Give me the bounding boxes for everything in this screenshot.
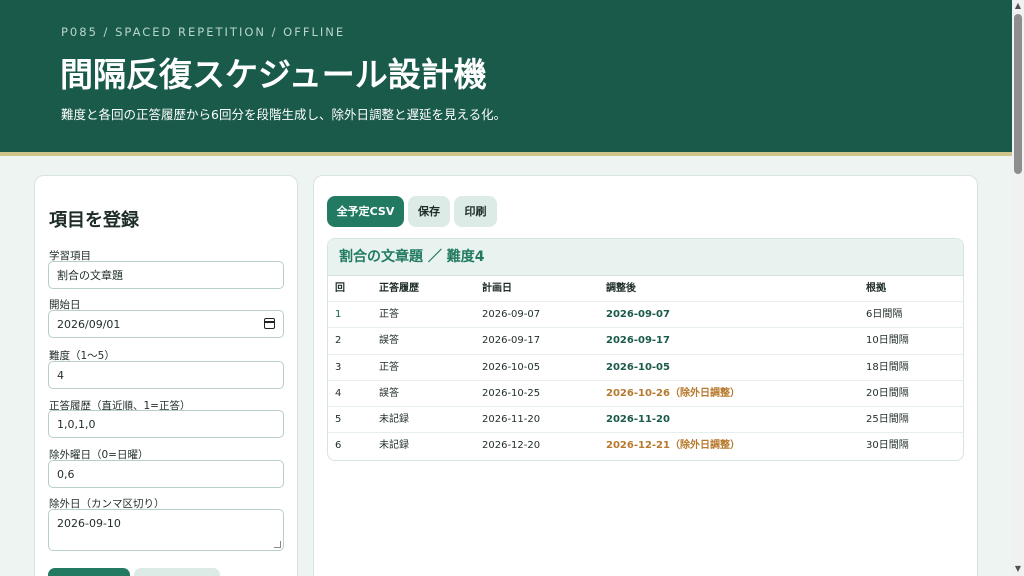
row-result: 誤答 xyxy=(379,387,399,399)
row-no: 3 xyxy=(335,361,342,373)
row-adjusted-date: 2026-09-07 xyxy=(606,309,670,320)
register-form-panel: 項目を登録 学習項目 割合の文章題 開始日 2026/09/01 難度（1〜5）… xyxy=(34,175,298,576)
row-no: 2 xyxy=(335,335,342,347)
scroll-thumb[interactable] xyxy=(1014,14,1022,174)
column-header-plan: 計画日 xyxy=(482,283,512,294)
generate-button[interactable] xyxy=(48,568,130,576)
export-csv-button[interactable]: 全予定CSV xyxy=(327,196,404,227)
form-title: 項目を登録 xyxy=(49,210,139,231)
column-header-no: 回 xyxy=(335,283,345,294)
breadcrumb: P085 / SPACED REPETITION / OFFLINE xyxy=(61,25,346,39)
row-basis: 10日間隔 xyxy=(866,335,909,347)
row-result: 正答 xyxy=(379,309,399,320)
app-window: P085 / SPACED REPETITION / OFFLINE 間隔反復ス… xyxy=(0,0,1024,576)
row-adjusted-date: 2026-12-21（除外日調整） xyxy=(606,440,740,452)
secondary-button[interactable] xyxy=(134,568,220,576)
row-no: 6 xyxy=(335,440,342,452)
row-adjusted-date: 2026-10-26（除外日調整） xyxy=(606,387,740,399)
row-plan-date: 2026-10-05 xyxy=(482,361,541,373)
scroll-up-icon[interactable]: ▲ xyxy=(1014,2,1022,10)
row-basis: 30日間隔 xyxy=(866,440,909,452)
row-basis: 20日間隔 xyxy=(866,387,909,399)
table-row: 3 正答 2026-10-05 2026-10-05 18日間隔 xyxy=(328,355,963,381)
page-scrollbar[interactable]: ▲ ▼ xyxy=(1012,0,1024,576)
table-row: 5 未記録 2026-11-20 2026-11-20 25日間隔 xyxy=(328,407,963,434)
column-header-result: 正答履歴 xyxy=(379,283,419,294)
item-input[interactable]: 割合の文章題 xyxy=(48,261,284,289)
excluded-dates-textarea[interactable]: 2026-09-10 xyxy=(48,509,284,551)
start-date-value: 2026/09/01 xyxy=(57,318,121,331)
row-plan-date: 2026-10-25 xyxy=(482,387,541,399)
table-row: 1 正答 2026-09-07 2026-09-07 6日間隔 xyxy=(328,302,963,329)
row-adjusted-date: 2026-10-05 xyxy=(606,361,670,373)
row-plan-date: 2026-09-07 xyxy=(482,309,541,320)
row-result: 誤答 xyxy=(379,335,399,347)
row-adjusted-date: 2026-09-17 xyxy=(606,335,670,347)
table-row: 2 誤答 2026-09-17 2026-09-17 10日間隔 xyxy=(328,328,963,355)
row-adjusted-date: 2026-11-20 xyxy=(606,414,670,426)
schedule-title: 割合の文章題 ／ 難度4 xyxy=(328,239,963,276)
row-plan-date: 2026-09-17 xyxy=(482,335,541,347)
row-basis: 18日間隔 xyxy=(866,361,909,373)
row-result: 正答 xyxy=(379,361,399,373)
schedule-panel: 全予定CSV 保存 印刷 割合の文章題 ／ 難度4 回 正答履歴 計画日 調整後… xyxy=(313,175,978,576)
history-input[interactable]: 1,0,1,0 xyxy=(48,410,284,438)
row-no: 5 xyxy=(335,414,342,426)
resize-grip-icon[interactable] xyxy=(274,541,281,548)
row-plan-date: 2026-11-20 xyxy=(482,414,541,426)
column-header-basis: 根拠 xyxy=(866,283,886,294)
table-header-row: 回 正答履歴 計画日 調整後 根拠 xyxy=(328,276,963,302)
column-header-adjusted: 調整後 xyxy=(606,283,636,294)
excluded-weekdays-input[interactable]: 0,6 xyxy=(48,460,284,488)
page-title: 間隔反復スケジュール設計機 xyxy=(60,55,487,94)
table-row: 4 誤答 2026-10-25 2026-10-26（除外日調整） 20日間隔 xyxy=(328,381,963,408)
schedule-grid: 回 正答履歴 計画日 調整後 根拠 1 正答 2026-09-07 2026-0… xyxy=(328,276,963,460)
save-button[interactable]: 保存 xyxy=(408,196,450,227)
page-subtitle: 難度と各回の正答履歴から6回分を段階生成し、除外日調整と遅延を見える化。 xyxy=(61,107,507,122)
row-no: 4 xyxy=(335,387,342,399)
row-basis: 25日間隔 xyxy=(866,414,909,426)
start-date-input[interactable]: 2026/09/01 xyxy=(48,310,284,338)
scroll-down-icon[interactable]: ▼ xyxy=(1014,565,1022,573)
row-result: 未記録 xyxy=(379,414,409,426)
table-row: 6 未記録 2026-12-20 2026-12-21（除外日調整） 30日間隔 xyxy=(328,433,963,459)
row-no: 1 xyxy=(335,309,342,320)
row-basis: 6日間隔 xyxy=(866,309,903,320)
calendar-icon[interactable] xyxy=(264,318,275,329)
print-button[interactable]: 印刷 xyxy=(454,196,497,227)
row-result: 未記録 xyxy=(379,440,409,452)
schedule-table: 割合の文章題 ／ 難度4 回 正答履歴 計画日 調整後 根拠 1 正答 2026… xyxy=(327,238,964,461)
excluded-dates-value: 2026-09-10 xyxy=(57,517,121,530)
row-plan-date: 2026-12-20 xyxy=(482,440,541,452)
difficulty-input[interactable]: 4 xyxy=(48,361,284,389)
page-header: P085 / SPACED REPETITION / OFFLINE 間隔反復ス… xyxy=(0,0,1012,156)
